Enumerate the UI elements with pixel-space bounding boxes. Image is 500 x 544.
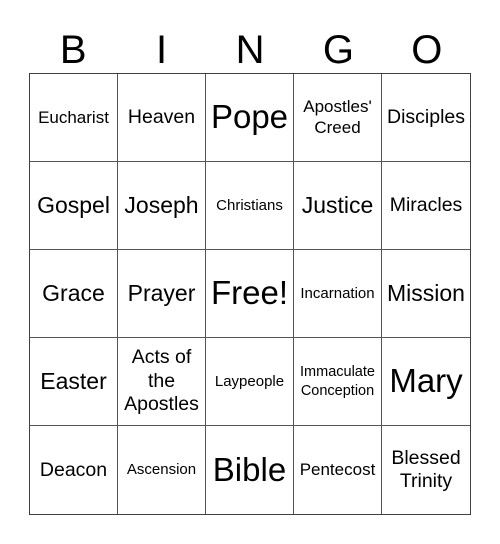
bingo-cell[interactable]: Pope xyxy=(206,74,294,162)
bingo-cell[interactable]: Easter xyxy=(30,338,118,426)
bingo-cell[interactable]: Disciples xyxy=(382,74,470,162)
bingo-cell[interactable]: Blessed Trinity xyxy=(382,426,470,514)
header-letter-g: G xyxy=(322,28,354,72)
bingo-cell[interactable]: Heaven xyxy=(118,74,206,162)
header-letter-n: N xyxy=(235,28,265,72)
bingo-cell[interactable]: Miracles xyxy=(382,162,470,250)
bingo-cell[interactable]: Incarnation xyxy=(294,250,382,338)
bingo-header: B I N G O xyxy=(29,28,471,72)
bingo-cell[interactable]: Ascension xyxy=(118,426,206,514)
bingo-cell[interactable]: Bible xyxy=(206,426,294,514)
bingo-cell[interactable]: Justice xyxy=(294,162,382,250)
bingo-cell[interactable]: Immaculate Conception xyxy=(294,338,382,426)
bingo-cell[interactable]: Prayer xyxy=(118,250,206,338)
bingo-cell[interactable]: Laypeople xyxy=(206,338,294,426)
bingo-cell[interactable]: Acts of the Apostles xyxy=(118,338,206,426)
bingo-cell[interactable]: Gospel xyxy=(30,162,118,250)
bingo-cell[interactable]: Mission xyxy=(382,250,470,338)
bingo-cell[interactable]: Mary xyxy=(382,338,470,426)
bingo-cell[interactable]: Joseph xyxy=(118,162,206,250)
bingo-cell[interactable]: Deacon xyxy=(30,426,118,514)
bingo-board: Eucharist Heaven Pope Apostles' Creed Di… xyxy=(29,73,471,515)
bingo-cell[interactable]: Eucharist xyxy=(30,74,118,162)
bingo-cell[interactable]: Apostles' Creed xyxy=(294,74,382,162)
header-letter-i: I xyxy=(156,28,168,72)
bingo-cell[interactable]: Pentecost xyxy=(294,426,382,514)
free-space-cell[interactable]: Free! xyxy=(206,250,294,338)
header-letter-o: O xyxy=(411,28,443,72)
bingo-cell[interactable]: Grace xyxy=(30,250,118,338)
header-letter-b: B xyxy=(59,28,87,72)
bingo-cell[interactable]: Christians xyxy=(206,162,294,250)
